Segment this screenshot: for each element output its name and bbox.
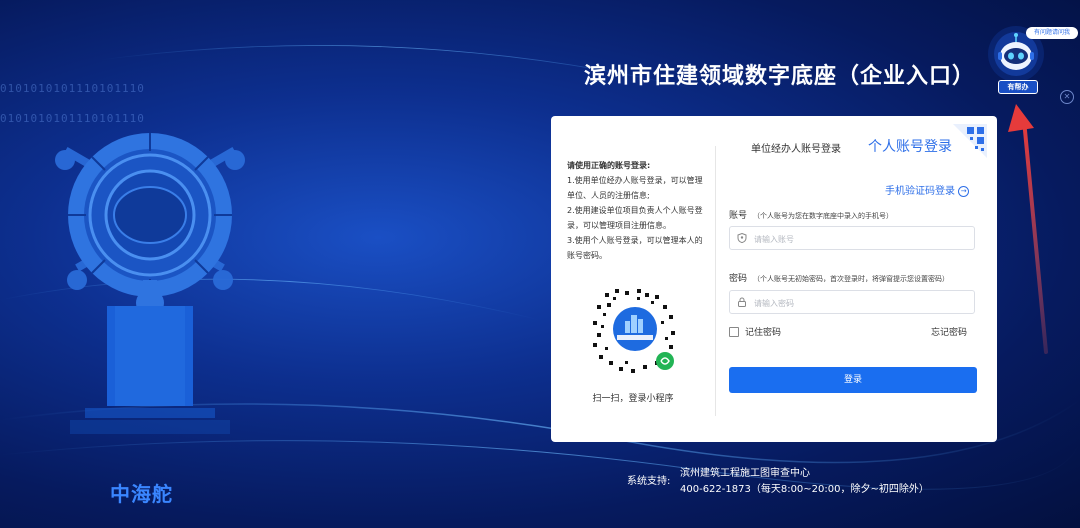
account-field[interactable] xyxy=(729,226,975,250)
shield-user-icon xyxy=(737,233,747,243)
brand-name: 中海舵 xyxy=(110,482,173,506)
qr-toggle-icon[interactable] xyxy=(953,124,987,158)
password-hint: （个人账号无初始密码，首次登录时，将弹窗提示您设置密码） xyxy=(753,275,950,283)
tips-title: 请使用正确的账号登录: xyxy=(567,161,651,170)
remember-checkbox[interactable] xyxy=(729,326,739,337)
account-input[interactable] xyxy=(752,230,971,248)
mini-program-qr-code xyxy=(586,282,684,380)
account-hint: （个人账号为您在数字底座中录入的手机号） xyxy=(753,212,894,220)
support-phone: 400-622-1873（每天8:00~20:00，除夕~初四除外） xyxy=(680,484,929,495)
forgot-password-link[interactable]: 忘记密码 xyxy=(931,325,967,338)
tips-line-2: 2.使用建设单位项目负责人个人账号登录，可以管理项目注册信息。 xyxy=(567,206,703,230)
password-label: 密码 （个人账号无初始密码，首次登录时，将弹窗提示您设置密码） xyxy=(729,271,949,284)
sms-login-link[interactable]: 手机验证码登录 → xyxy=(885,182,970,197)
remember-password[interactable]: 记住密码 xyxy=(729,325,781,338)
password-label-text: 密码 xyxy=(729,274,748,284)
login-card: 请使用正确的账号登录: 1.使用单位经办人账号登录，可以管理单位、人员的注册信息… xyxy=(551,116,997,442)
password-field[interactable] xyxy=(729,290,975,314)
tab-enterprise-login[interactable]: 单位经办人账号登录 xyxy=(751,140,841,155)
lock-icon xyxy=(738,297,746,307)
sms-login-label: 手机验证码登录 xyxy=(885,186,955,197)
login-tips: 请使用正确的账号登录: 1.使用单位经办人账号登录，可以管理单位、人员的注册信息… xyxy=(567,158,709,263)
qr-caption: 扫一扫，登录小程序 xyxy=(592,394,674,404)
remember-label: 记住密码 xyxy=(745,328,782,338)
tab-personal-login[interactable]: 个人账号登录 xyxy=(868,136,952,156)
login-tips-panel: 请使用正确的账号登录: 1.使用单位经办人账号登录，可以管理单位、人员的注册信息… xyxy=(551,116,715,442)
login-button[interactable]: 登录 xyxy=(729,367,977,393)
password-input[interactable] xyxy=(752,294,971,312)
ship-helm-logo xyxy=(55,133,245,434)
support-org: 滨州建筑工程施工图审查中心 xyxy=(680,468,810,479)
support-label: 系统支持: xyxy=(627,476,671,487)
login-tabs: 单位经办人账号登录 个人账号登录 xyxy=(741,138,981,162)
tips-line-3: 3.使用个人账号登录，可以管理本人的账号密码。 xyxy=(567,236,703,260)
page-title: 滨州市住建领域数字底座（企业入口） xyxy=(584,64,976,89)
arrow-right-circle-icon: → xyxy=(958,185,970,197)
help-badge[interactable]: 有帮办 xyxy=(998,80,1038,94)
account-label: 账号 （个人账号为您在数字底座中录入的手机号） xyxy=(729,208,893,221)
card-divider xyxy=(715,146,716,416)
help-bubble[interactable]: 有问题请问我 xyxy=(1026,27,1078,39)
account-label-text: 账号 xyxy=(729,211,748,221)
binary-decoration-1: 0101010101110101110 xyxy=(0,82,145,95)
close-icon[interactable]: ✕ xyxy=(1060,90,1074,104)
tips-line-1: 1.使用单位经办人账号登录，可以管理单位、人员的注册信息; xyxy=(567,176,703,200)
